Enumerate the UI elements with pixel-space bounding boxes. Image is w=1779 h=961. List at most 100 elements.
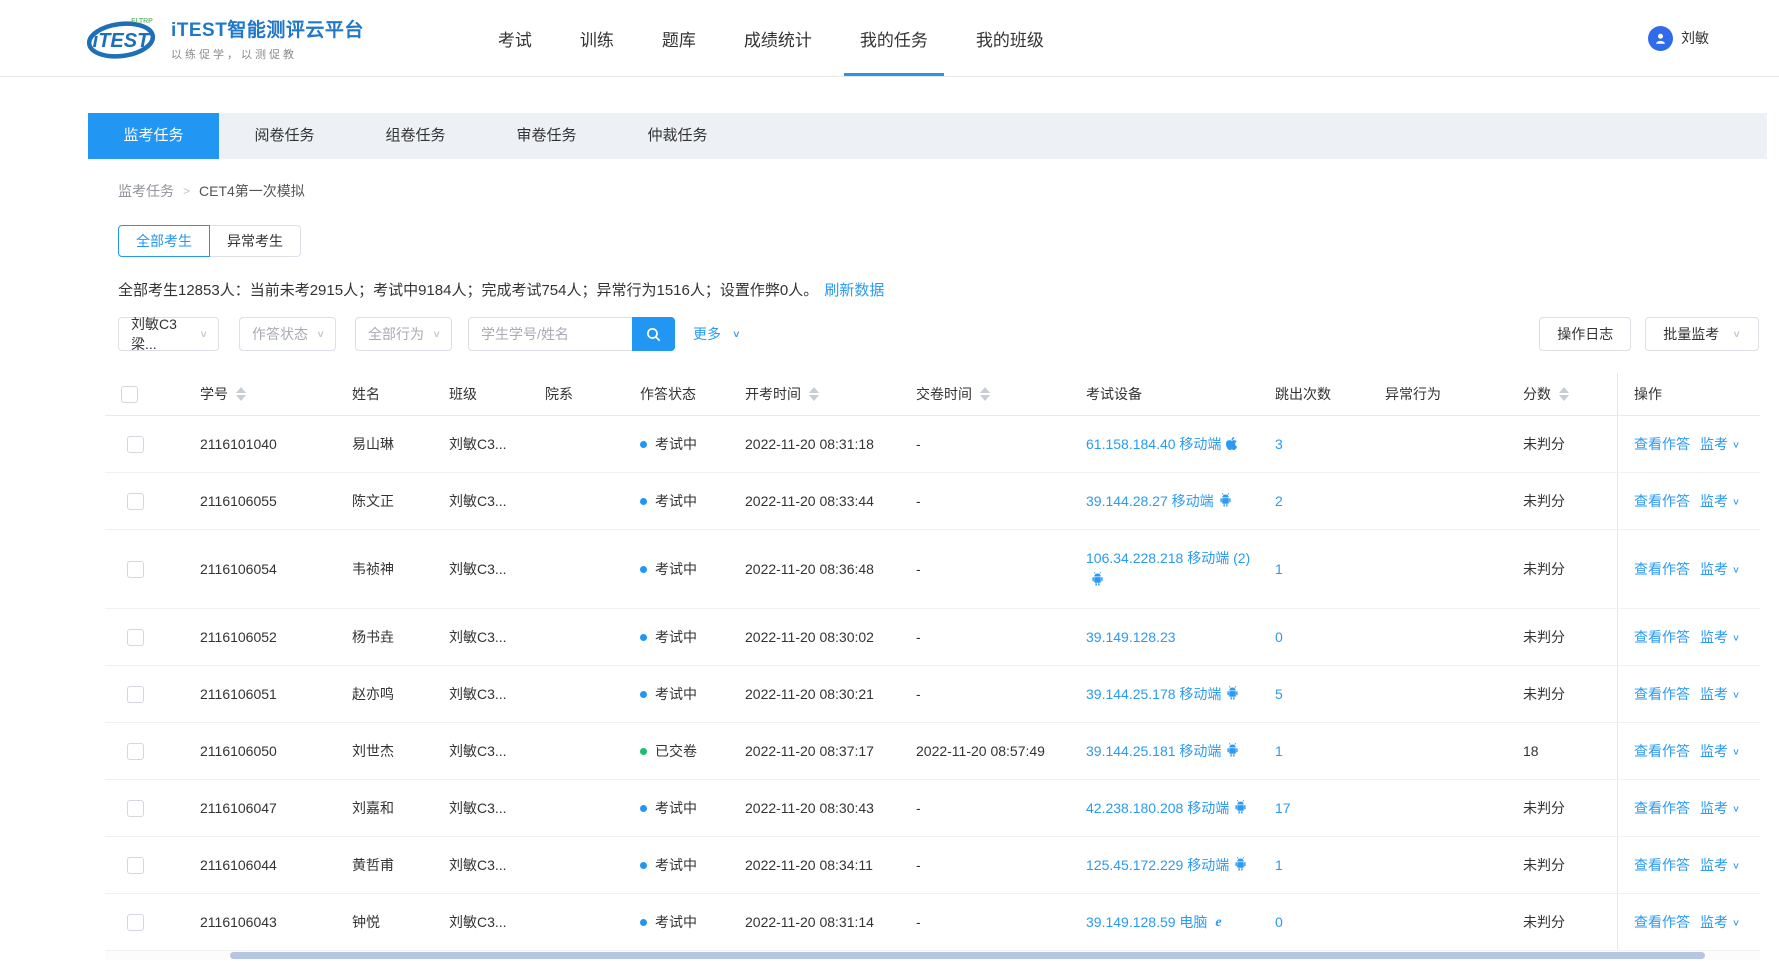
device-link[interactable]: 39.144.25.178 移动端 <box>1086 686 1240 702</box>
device-link[interactable]: 42.238.180.208 移动端 <box>1086 800 1248 816</box>
sort-icon[interactable] <box>236 387 246 401</box>
status-text: 考试中 <box>655 798 697 818</box>
view-answers-link[interactable]: 查看作答 <box>1634 741 1690 761</box>
jump-count-link[interactable]: 2 <box>1275 493 1283 509</box>
monitor-dropdown-link[interactable]: 监考∨ <box>1700 434 1740 454</box>
cell-abnormal-behavior <box>1369 723 1507 779</box>
device-link[interactable]: 125.45.172.229 移动端 <box>1086 857 1248 873</box>
cell-jump-count: 2 <box>1259 473 1369 529</box>
cell-department <box>529 666 624 722</box>
behavior-select[interactable]: 全部行为 ∨ <box>355 317 452 351</box>
tab-arbitration-tasks[interactable]: 仲裁任务 <box>612 113 743 159</box>
search-input[interactable] <box>468 317 632 351</box>
nav-item-score-statistics[interactable]: 成绩统计 <box>720 0 836 76</box>
monitor-dropdown-link[interactable]: 监考∨ <box>1700 491 1740 511</box>
answer-status-select[interactable]: 作答状态 ∨ <box>239 317 336 351</box>
brand-logo[interactable]: iTEST FLTRP iTEST智能测评云平台 以练促学，以测促教 <box>85 0 364 76</box>
view-answers-link[interactable]: 查看作答 <box>1634 855 1690 875</box>
row-checkbox[interactable] <box>127 493 144 510</box>
device-link[interactable]: 61.158.184.40 移动端 <box>1086 436 1238 452</box>
batch-proctor-button[interactable]: 批量监考 ∨ <box>1645 317 1759 351</box>
monitor-dropdown-link[interactable]: 监考∨ <box>1700 912 1740 932</box>
jump-count-link[interactable]: 1 <box>1275 857 1283 873</box>
user-avatar-icon <box>1648 26 1673 51</box>
subtab-abnormal-students[interactable]: 异常考生 <box>209 225 301 257</box>
monitor-dropdown-link[interactable]: 监考∨ <box>1700 684 1740 704</box>
view-answers-link[interactable]: 查看作答 <box>1634 434 1690 454</box>
table-row: 2116106047刘嘉和刘敏C3...考试中2022-11-20 08:30:… <box>105 780 1760 837</box>
monitor-dropdown-link[interactable]: 监考∨ <box>1700 627 1740 647</box>
nav-item-my-classes[interactable]: 我的班级 <box>952 0 1068 76</box>
nav-item-exam[interactable]: 考试 <box>474 0 556 76</box>
user-menu[interactable]: 刘敏 <box>1648 0 1709 76</box>
sort-icon[interactable] <box>809 387 819 401</box>
nav-item-my-tasks[interactable]: 我的任务 <box>836 0 952 76</box>
subtab-all-students[interactable]: 全部考生 <box>118 225 210 257</box>
more-filters-link[interactable]: 更多 ∨ <box>693 324 741 344</box>
row-checkbox[interactable] <box>127 686 144 703</box>
view-answers-link[interactable]: 查看作答 <box>1634 559 1690 579</box>
row-checkbox[interactable] <box>127 561 144 578</box>
device-link[interactable]: 106.34.228.218 移动端 (2) <box>1086 550 1250 588</box>
row-checkbox[interactable] <box>127 743 144 760</box>
device-link[interactable]: 39.144.28.27 移动端 <box>1086 493 1233 509</box>
breadcrumb-parent[interactable]: 监考任务 <box>118 181 174 201</box>
row-checkbox[interactable] <box>127 629 144 646</box>
nav-item-question-bank[interactable]: 题库 <box>638 0 720 76</box>
device-link[interactable]: 39.149.128.23 <box>1086 629 1176 645</box>
view-answers-link[interactable]: 查看作答 <box>1634 491 1690 511</box>
tab-paper-assembly-tasks[interactable]: 组卷任务 <box>350 113 481 159</box>
status-text: 考试中 <box>655 491 697 511</box>
search-button[interactable] <box>632 317 675 351</box>
column-header-submit-time[interactable]: 交卷时间 <box>900 374 1070 415</box>
row-checkbox[interactable] <box>127 436 144 453</box>
cell-select <box>105 837 184 893</box>
cell-submit-time: - <box>900 894 1070 950</box>
view-answers-link[interactable]: 查看作答 <box>1634 684 1690 704</box>
status-text: 已交卷 <box>655 741 697 761</box>
row-checkbox[interactable] <box>127 857 144 874</box>
column-header-score[interactable]: 分数 <box>1507 374 1617 415</box>
view-answers-link[interactable]: 查看作答 <box>1634 627 1690 647</box>
view-answers-link[interactable]: 查看作答 <box>1634 912 1690 932</box>
jump-count-link[interactable]: 0 <box>1275 914 1283 930</box>
refresh-data-link[interactable]: 刷新数据 <box>824 282 884 299</box>
jump-count-link[interactable]: 0 <box>1275 629 1283 645</box>
cell-class: 刘敏C3... <box>433 666 529 722</box>
monitor-dropdown-link[interactable]: 监考∨ <box>1700 559 1740 579</box>
tab-paper-review-tasks[interactable]: 审卷任务 <box>481 113 612 159</box>
cell-submit-time: 2022-11-20 08:57:49 <box>900 723 1070 779</box>
jump-count-link[interactable]: 3 <box>1275 436 1283 452</box>
select-all-checkbox[interactable] <box>121 386 138 403</box>
row-checkbox[interactable] <box>127 800 144 817</box>
jump-count-link[interactable]: 17 <box>1275 800 1291 816</box>
monitor-dropdown-link[interactable]: 监考∨ <box>1700 798 1740 818</box>
view-answers-link[interactable]: 查看作答 <box>1634 798 1690 818</box>
main-nav: 考试训练题库成绩统计我的任务我的班级 <box>474 0 1068 76</box>
device-link[interactable]: 39.149.128.59 电脑e <box>1086 914 1226 930</box>
device-link[interactable]: 39.144.25.181 移动端 <box>1086 743 1240 759</box>
tab-marking-tasks[interactable]: 阅卷任务 <box>219 113 350 159</box>
status-dot-icon <box>640 862 647 869</box>
jump-count-link[interactable]: 1 <box>1275 743 1283 759</box>
status-dot-icon <box>640 634 647 641</box>
column-header-student-id[interactable]: 学号 <box>184 374 336 415</box>
tab-proctor-tasks[interactable]: 监考任务 <box>88 113 219 159</box>
operation-log-button[interactable]: 操作日志 <box>1539 317 1631 351</box>
row-checkbox[interactable] <box>127 914 144 931</box>
column-header-start-time[interactable]: 开考时间 <box>729 374 900 415</box>
chevron-down-icon: ∨ <box>1732 496 1740 506</box>
cell-score: 18 <box>1507 723 1617 779</box>
horizontal-scrollbar-thumb[interactable] <box>230 952 1705 959</box>
sort-icon[interactable] <box>980 387 990 401</box>
jump-count-link[interactable]: 1 <box>1275 561 1283 577</box>
monitor-dropdown-link[interactable]: 监考∨ <box>1700 855 1740 875</box>
cell-jump-count: 3 <box>1259 416 1369 472</box>
monitor-dropdown-link[interactable]: 监考∨ <box>1700 741 1740 761</box>
cell-device: 61.158.184.40 移动端 <box>1070 416 1259 472</box>
cell-device: 39.144.25.178 移动端 <box>1070 666 1259 722</box>
jump-count-link[interactable]: 5 <box>1275 686 1283 702</box>
sort-icon[interactable] <box>1559 387 1569 401</box>
nav-item-training[interactable]: 训练 <box>556 0 638 76</box>
class-select[interactable]: 刘敏C3梁... ∨ <box>118 317 219 351</box>
